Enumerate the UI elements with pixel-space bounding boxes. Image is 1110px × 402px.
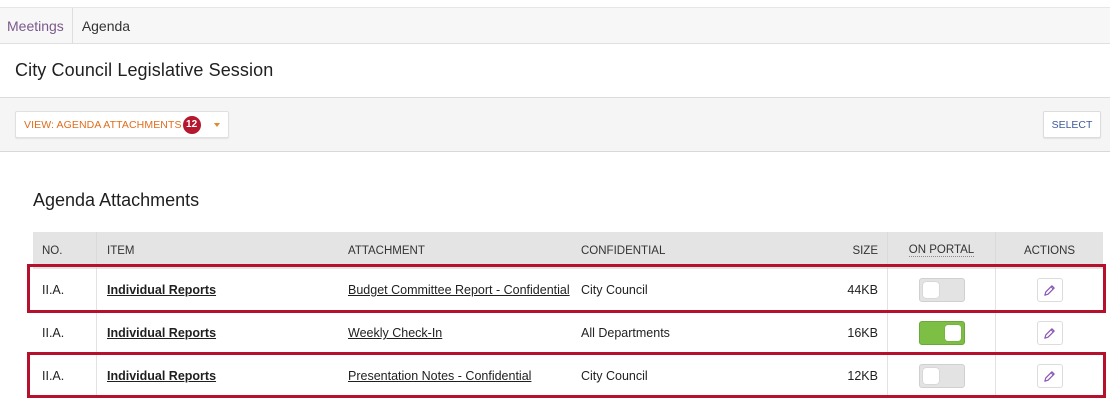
row-on-portal: [887, 312, 995, 354]
row-no: II.A.: [42, 326, 65, 340]
item-link[interactable]: Individual Reports: [107, 283, 216, 297]
row-on-portal: [887, 269, 995, 311]
row-confidential: City Council: [581, 369, 648, 383]
on-portal-toggle[interactable]: [918, 321, 965, 345]
table-header: NO. ITEM ATTACHMENT CONFIDENTIAL SIZE ON…: [33, 232, 1103, 269]
on-portal-toggle[interactable]: [918, 364, 965, 388]
row-no: II.A.: [42, 369, 65, 383]
row-attachment: Presentation Notes - Confidential: [338, 355, 581, 397]
row-item: Individual Reports: [96, 312, 338, 354]
row-no: II.A.: [42, 283, 65, 297]
header-size: SIZE: [852, 244, 878, 257]
attachment-link[interactable]: Presentation Notes - Confidential: [348, 369, 531, 383]
attachment-link[interactable]: Weekly Check-In: [348, 326, 442, 340]
on-portal-toggle[interactable]: [918, 278, 965, 302]
section-title: Agenda Attachments: [33, 190, 200, 210]
row-on-portal: [887, 355, 995, 397]
table-row: II.A. Individual Reports Weekly Check-In…: [33, 312, 1103, 355]
caret-down-icon: [213, 122, 220, 127]
view-dropdown-button[interactable]: VIEW: AGENDA ATTACHMENTS 12: [15, 111, 229, 138]
table-row: II.A. Individual Reports Presentation No…: [33, 355, 1103, 398]
edit-button[interactable]: [1036, 278, 1063, 302]
pencil-icon: [1044, 327, 1055, 339]
attachment-count-badge: 12: [182, 115, 201, 134]
attachment-link[interactable]: Budget Committee Report - Confidential: [348, 283, 570, 297]
row-confidential: City Council: [581, 283, 648, 297]
toggle-knob: [922, 368, 939, 384]
row-item: Individual Reports: [96, 355, 338, 397]
header-on-portal-label: ON PORTAL: [908, 244, 975, 257]
title-bar: City Council Legislative Session: [0, 44, 1110, 98]
header-attachment: ATTACHMENT: [348, 244, 425, 257]
breadcrumb: Meetings Agenda: [0, 7, 1110, 44]
row-size: 16KB: [847, 326, 878, 340]
attachments-table: NO. ITEM ATTACHMENT CONFIDENTIAL SIZE ON…: [33, 232, 1103, 398]
item-link[interactable]: Individual Reports: [107, 369, 216, 383]
edit-button[interactable]: [1036, 364, 1063, 388]
header-on-portal: ON PORTAL: [887, 232, 995, 269]
header-actions: ACTIONS: [995, 232, 1103, 269]
select-button[interactable]: SELECT: [1043, 111, 1101, 138]
row-actions: [995, 269, 1103, 311]
toggle-knob: [922, 282, 939, 298]
pencil-icon: [1044, 284, 1055, 296]
row-attachment: Weekly Check-In: [338, 312, 581, 354]
page-title: City Council Legislative Session: [15, 60, 274, 80]
header-no: NO.: [42, 244, 63, 257]
edit-button[interactable]: [1036, 321, 1063, 345]
row-actions: [995, 355, 1103, 397]
header-item: ITEM: [96, 232, 338, 269]
row-confidential: All Departments: [581, 326, 670, 340]
breadcrumb-agenda: Agenda: [81, 17, 131, 34]
table-row: II.A. Individual Reports Budget Committe…: [33, 269, 1103, 312]
item-link[interactable]: Individual Reports: [107, 326, 216, 340]
row-size: 12KB: [847, 369, 878, 383]
pencil-icon: [1044, 370, 1055, 382]
row-size: 44KB: [847, 283, 878, 297]
row-item: Individual Reports: [96, 269, 338, 311]
toggle-knob: [944, 325, 961, 341]
row-actions: [995, 312, 1103, 354]
view-dropdown-label: VIEW: AGENDA ATTACHMENTS: [24, 118, 182, 131]
row-attachment: Budget Committee Report - Confidential: [338, 269, 581, 311]
header-confidential: CONFIDENTIAL: [581, 244, 666, 257]
breadcrumb-meetings-link[interactable]: Meetings: [0, 8, 73, 43]
toolbar: VIEW: AGENDA ATTACHMENTS 12 SELECT: [0, 98, 1110, 152]
